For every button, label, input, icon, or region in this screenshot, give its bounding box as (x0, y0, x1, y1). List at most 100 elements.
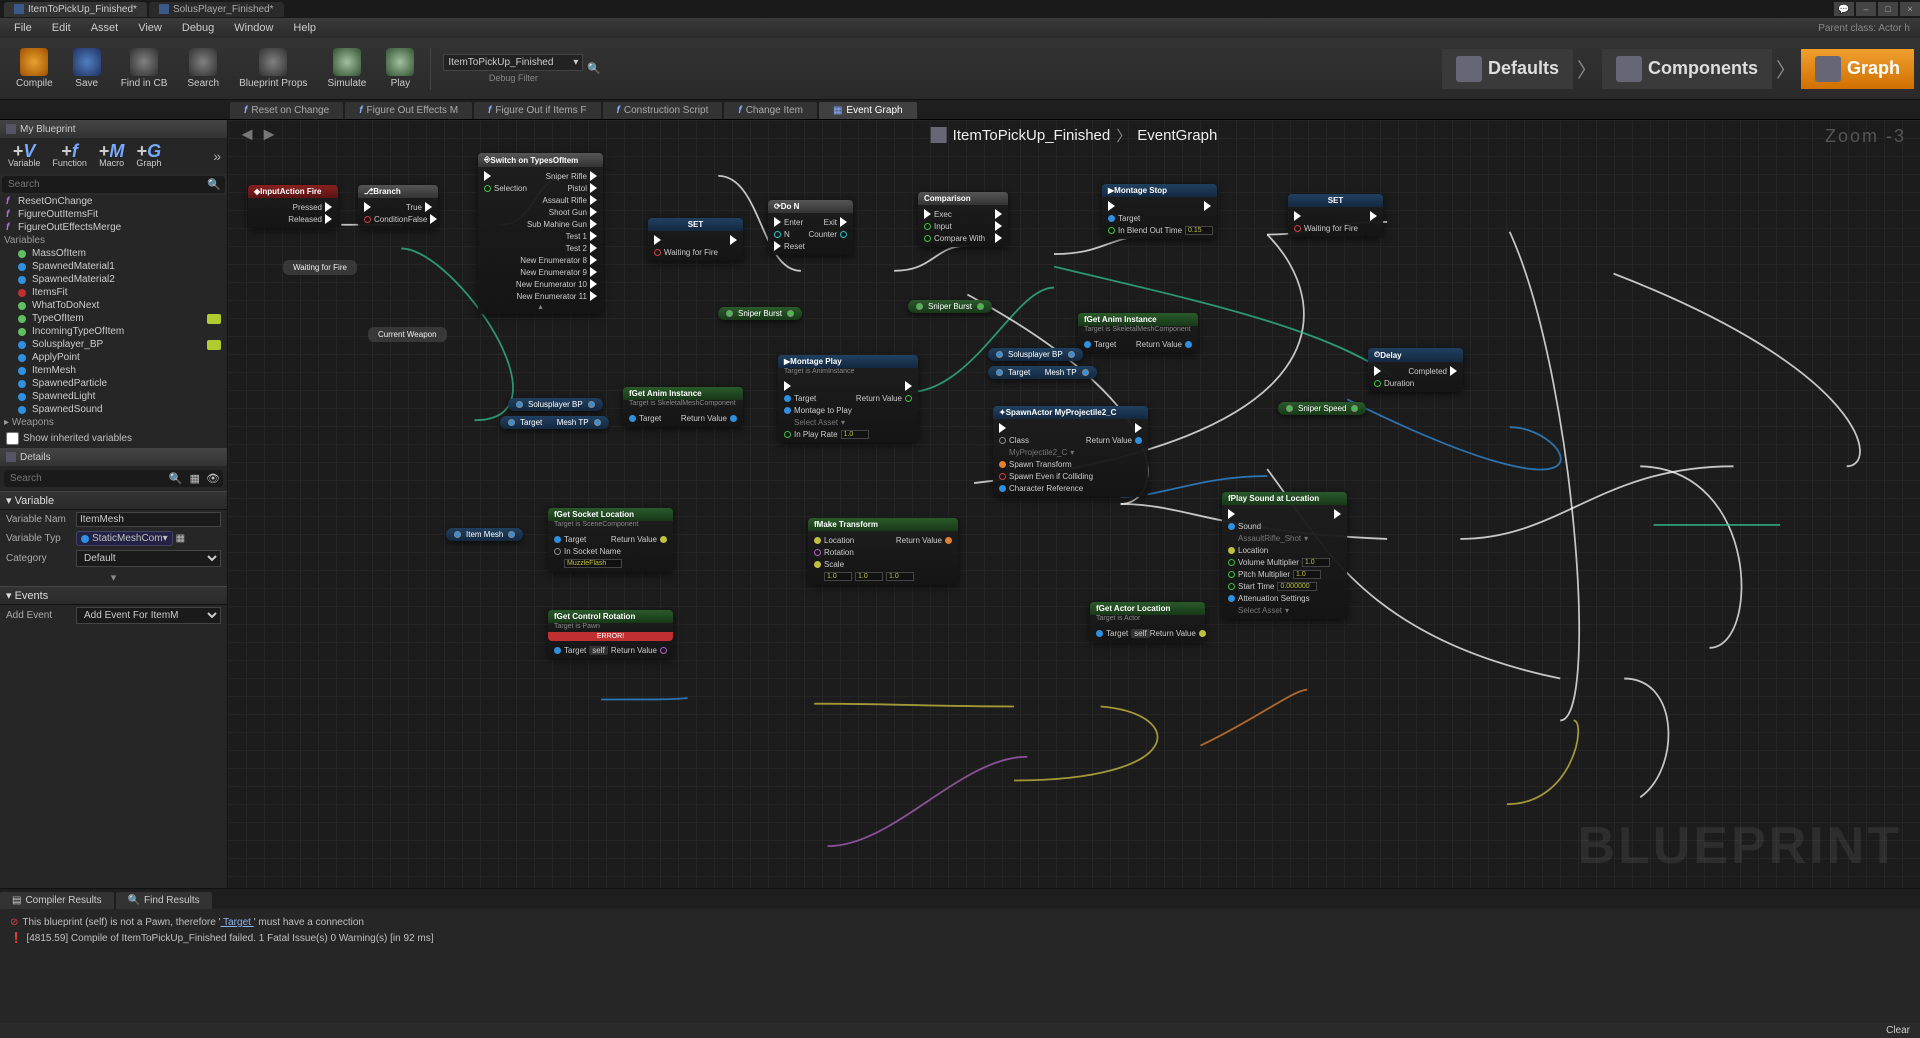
event-graph-canvas[interactable]: ◄ ► ItemToPickUp_Finished 〉 EventGraph Z… (228, 120, 1920, 888)
add-function-button[interactable]: +fFunction (46, 142, 93, 170)
menu-view[interactable]: View (128, 20, 172, 36)
variables-category[interactable]: Variables (0, 234, 227, 247)
add-graph-button[interactable]: +GGraph (130, 142, 167, 170)
debug-object-dropdown[interactable]: ItemToPickUp_Finished▾ (443, 54, 583, 71)
details-header[interactable]: Details (0, 448, 227, 466)
eye-icon[interactable] (207, 314, 221, 324)
variable-name-input[interactable] (76, 512, 221, 527)
function-item[interactable]: ResetOnChange (0, 195, 227, 208)
node-sniper-burst-var[interactable]: Sniper Burst (718, 307, 802, 320)
events-category-header[interactable]: ▾ Events (0, 586, 227, 605)
node-spawn-actor[interactable]: ✦ SpawnActor MyProjectile2_C ClassReturn… (993, 406, 1148, 497)
details-search-input[interactable] (4, 470, 165, 487)
node-do-n[interactable]: ⟳ Do N EnterExit NCounter Reset (768, 200, 853, 255)
play-rate-input[interactable] (841, 430, 869, 439)
save-button[interactable]: Save (63, 41, 111, 97)
add-event-dropdown[interactable]: Add Event For ItemM (76, 607, 221, 624)
blend-time-input[interactable] (1185, 226, 1213, 235)
show-inherited-checkbox[interactable] (6, 432, 19, 445)
expand-icon[interactable]: ▾ (0, 569, 227, 586)
node-switch-on-types[interactable]: ⎆ Switch on TypesOfItem Sniper Rifle Sel… (478, 153, 603, 314)
compiler-error-row[interactable]: ⊘This blueprint (self) is not a Pawn, th… (10, 915, 1910, 931)
menu-window[interactable]: Window (224, 20, 283, 36)
nav-forward-button[interactable]: ► (258, 124, 280, 146)
nav-back-button[interactable]: ◄ (236, 124, 258, 146)
function-item[interactable]: FigureOutItemsFit (0, 208, 227, 221)
tab-change-item[interactable]: fChange Item (724, 102, 817, 119)
my-blueprint-search[interactable]: 🔍 (2, 176, 225, 193)
tab-figure-effects[interactable]: fFigure Out Effects M (345, 102, 472, 119)
volume-input[interactable] (1302, 558, 1330, 567)
node-set-waiting[interactable]: SET Waiting for Fire (648, 218, 743, 261)
node-solusplayer-mesh-var[interactable]: Target Mesh TP (988, 366, 1097, 379)
pitch-input[interactable] (1293, 570, 1321, 579)
variable-item[interactable]: SpawnedParticle (0, 377, 227, 390)
tab-event-graph[interactable]: ▦Event Graph (819, 102, 917, 119)
node-montage-play[interactable]: ▶ Montage Play Target is AnimInstance Ta… (778, 355, 918, 443)
details-search[interactable]: 🔍 ▦ 👁 (4, 470, 223, 487)
mode-components[interactable]: Components (1602, 49, 1772, 89)
mode-defaults[interactable]: Defaults (1442, 49, 1573, 89)
menu-debug[interactable]: Debug (172, 20, 224, 36)
node-current-weapon-var[interactable]: Current Weapon (368, 327, 447, 342)
menu-asset[interactable]: Asset (81, 20, 129, 36)
eye-icon[interactable]: 👁 (203, 472, 223, 485)
tab-reset[interactable]: fReset on Change (230, 102, 343, 119)
scale-x-input[interactable] (824, 572, 852, 581)
variable-item[interactable]: SpawnedMaterial2 (0, 273, 227, 286)
node-item-mesh-var[interactable]: Item Mesh (446, 528, 523, 541)
variable-item[interactable]: IncomingTypeOfItem (0, 325, 227, 338)
node-solusplayer-mesh-var-2[interactable]: Target Mesh TP (500, 416, 609, 429)
clear-button[interactable]: Clear (1886, 1025, 1910, 1036)
socket-name-input[interactable] (564, 559, 622, 568)
eye-icon[interactable] (207, 340, 221, 350)
debug-search-icon[interactable]: 🔍 (587, 62, 601, 75)
search-button[interactable]: Search (177, 41, 229, 97)
variable-item[interactable]: ItemsFit (0, 286, 227, 299)
tab-construction[interactable]: fConstruction Script (603, 102, 723, 119)
search-input[interactable] (2, 176, 203, 193)
variable-type-dropdown[interactable]: StaticMeshCom▾ (76, 531, 173, 546)
variable-item[interactable]: ItemMesh (0, 364, 227, 377)
window-tab-item[interactable]: ItemToPickUp_Finished* (4, 2, 147, 17)
my-blueprint-header[interactable]: My Blueprint (0, 120, 227, 138)
window-tab-solus[interactable]: SolusPlayer_Finished* (149, 2, 284, 17)
variable-category-header[interactable]: ▾ Variable (0, 491, 227, 510)
node-waiting-for-fire-var[interactable]: Waiting for Fire (283, 260, 357, 275)
add-variable-button[interactable]: +VVariable (2, 142, 46, 170)
menu-help[interactable]: Help (283, 20, 326, 36)
node-input-action-fire[interactable]: ◈ InputAction Fire Pressed Released (248, 185, 338, 228)
maximize-button[interactable]: □ (1878, 2, 1898, 16)
variable-item[interactable]: MassOfItem (0, 247, 227, 260)
minimize-button[interactable]: – (1856, 2, 1876, 16)
node-set-waiting-2[interactable]: SET Waiting for Fire (1288, 194, 1383, 237)
start-time-input[interactable] (1277, 582, 1317, 591)
variable-item[interactable]: WhatToDoNext (0, 299, 227, 312)
node-solusplayer-bp-var[interactable]: Solusplayer BP (988, 348, 1083, 361)
grid-icon[interactable]: ▦ (176, 533, 185, 544)
find-results-tab[interactable]: 🔍Find Results (116, 892, 212, 909)
node-get-anim-instance-2[interactable]: f Get Anim Instance Target is SkeletalMe… (1078, 313, 1198, 353)
node-sniper-speed-var[interactable]: Sniper Speed (1278, 402, 1366, 415)
node-get-socket-location[interactable]: f Get Socket Location Target is SceneCom… (548, 508, 673, 572)
variable-item[interactable]: TypeOfItem (0, 312, 227, 325)
mode-graph[interactable]: Graph (1801, 49, 1914, 89)
node-comparison[interactable]: Comparison Exec Input Compare With (918, 192, 1008, 247)
category-dropdown[interactable]: Default (76, 550, 221, 567)
variable-item[interactable]: SpawnedLight (0, 390, 227, 403)
expand-icon[interactable]: » (209, 144, 225, 168)
weapons-category[interactable]: ▸ Weapons (0, 416, 227, 429)
variable-item[interactable]: SpawnedSound (0, 403, 227, 416)
add-macro-button[interactable]: +MMacro (93, 142, 131, 170)
node-sniper-burst-var-2[interactable]: Sniper Burst (908, 300, 992, 313)
menu-file[interactable]: File (4, 20, 42, 36)
tab-figure-items[interactable]: fFigure Out if Items F (474, 102, 600, 119)
simulate-button[interactable]: Simulate (317, 41, 376, 97)
breadcrumb-asset[interactable]: ItemToPickUp_Finished (953, 127, 1111, 144)
node-make-transform[interactable]: f Make Transform LocationReturn Value Ro… (808, 518, 958, 585)
feedback-icon[interactable]: 💬 (1834, 2, 1854, 16)
variable-item[interactable]: Solusplayer_BP (0, 338, 227, 351)
find-in-cb-button[interactable]: Find in CB (111, 41, 178, 97)
function-item[interactable]: FigureOutEffectsMerge (0, 221, 227, 234)
node-get-anim-instance[interactable]: f Get Anim Instance Target is SkeletalMe… (623, 387, 743, 427)
